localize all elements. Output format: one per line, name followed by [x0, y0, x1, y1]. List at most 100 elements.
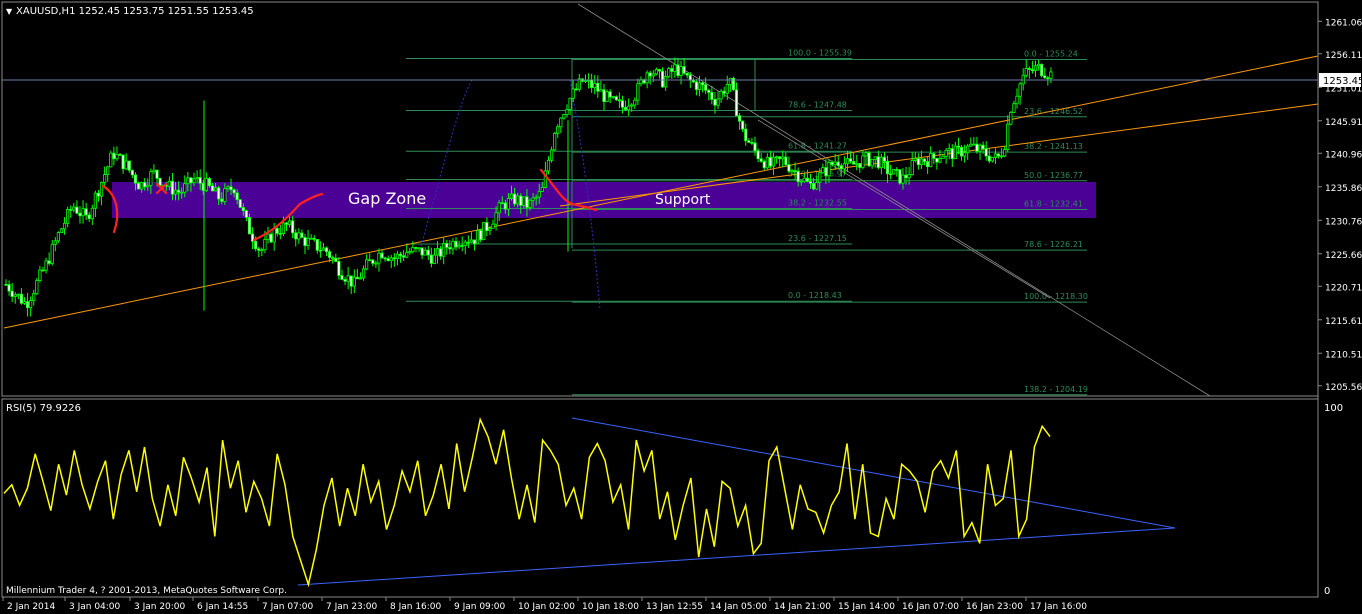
candle-body: [870, 159, 874, 167]
time-tick-label: 10 Jan 18:00: [582, 602, 639, 612]
candle-body: [750, 142, 754, 144]
candle-body: [1006, 123, 1010, 150]
candle-body: [509, 193, 514, 199]
rsi-title: RSI(5) 79.9226: [6, 403, 81, 414]
candle-body: [53, 240, 57, 245]
candle-body: [984, 148, 988, 157]
candle-body: [368, 259, 372, 262]
candle-body: [996, 153, 1001, 157]
candle-body: [682, 66, 686, 74]
candle-body: [972, 143, 976, 146]
candle-body: [719, 90, 723, 100]
candle-body: [839, 165, 843, 170]
candle-body: [876, 156, 880, 169]
fib-left-label: 78.6 - 1247.48: [788, 100, 847, 109]
candle-body: [47, 260, 51, 264]
candle-body: [494, 212, 498, 225]
candle-body: [220, 198, 224, 202]
candle-body: [796, 170, 800, 182]
candle-body: [423, 249, 427, 256]
candle-body: [559, 117, 563, 128]
candle-body: [605, 91, 609, 102]
candle-body: [858, 163, 862, 168]
candle-body: [466, 241, 470, 244]
candle-body: [324, 247, 329, 253]
candle-body: [337, 261, 341, 276]
candle-body: [713, 99, 717, 106]
candle-body: [932, 153, 936, 159]
price-tick-label: 1230.76: [1325, 217, 1362, 227]
candle-body: [321, 247, 326, 251]
candle-body: [969, 143, 973, 147]
candle-body: [479, 229, 483, 241]
candle-body: [25, 301, 30, 309]
copyright-text: Millennium Trader 4, ? 2001-2013, MetaQu…: [6, 586, 287, 596]
time-tick-label: 10 Jan 02:00: [518, 602, 575, 612]
candle-body: [1018, 83, 1022, 97]
candle-body: [593, 82, 597, 89]
candle-body: [149, 171, 153, 186]
candle-body: [562, 114, 566, 119]
candle-body: [226, 186, 230, 190]
candle-body: [457, 245, 461, 248]
candle-body: [315, 239, 319, 251]
candle-body: [213, 187, 218, 192]
candle-body: [349, 275, 353, 287]
fib-left-label: 23.6 - 1227.15: [788, 234, 847, 243]
candle-body: [892, 169, 896, 175]
candle-body: [371, 259, 375, 264]
candle-body: [574, 88, 578, 91]
candle-body: [417, 247, 421, 250]
candle-body: [272, 228, 276, 243]
candle-body: [676, 64, 680, 76]
candle-body: [309, 237, 313, 240]
fib-left-label: 61.8 - 1241.27: [788, 141, 847, 150]
candle-body: [291, 220, 295, 234]
candle-body: [525, 196, 529, 208]
time-tick-label: 15 Jan 14:00: [838, 602, 895, 612]
candle-body: [546, 159, 551, 172]
candle-body: [445, 243, 449, 248]
candle-body: [784, 156, 788, 165]
candle-body: [204, 178, 208, 191]
time-tick-label: 14 Jan 05:00: [710, 602, 767, 612]
candle-body: [318, 249, 323, 252]
candle-body: [1033, 65, 1038, 72]
candle-body: [738, 115, 742, 122]
candle-body: [195, 177, 199, 180]
candle-body: [173, 189, 178, 195]
candle-body: [744, 128, 748, 142]
candle-body: [432, 254, 437, 264]
candle-body: [358, 277, 363, 280]
candle-body: [78, 212, 82, 217]
candle-body: [152, 169, 156, 173]
candle-body: [701, 82, 705, 86]
candle-body: [627, 105, 631, 111]
candle-body: [926, 161, 930, 168]
candle-body: [636, 83, 640, 101]
candle-body: [420, 247, 424, 256]
candle-body: [303, 236, 307, 247]
chart-symbol-caret[interactable]: ▼: [6, 7, 13, 16]
candle-body: [596, 82, 600, 92]
candle-body: [818, 172, 822, 184]
price-tick-label: 1240.96: [1325, 150, 1362, 160]
candle-body: [429, 254, 433, 264]
candle-body: [300, 232, 304, 238]
candle-body: [768, 156, 773, 167]
candle-body: [1040, 63, 1044, 77]
candle-body: [651, 73, 655, 77]
candle-body: [1049, 71, 1053, 79]
candle-body: [491, 223, 495, 229]
candle-body: [232, 189, 236, 194]
candle-body: [426, 249, 430, 256]
price-tick-label: 1245.91: [1325, 118, 1362, 128]
fib-right-label: 100.0 - 1218.30: [1024, 292, 1088, 301]
support-label: Support: [655, 192, 711, 208]
candle-body: [611, 96, 615, 98]
candle-body: [716, 98, 720, 106]
candle-body: [950, 148, 954, 160]
candle-body: [352, 276, 356, 287]
candle-body: [93, 192, 97, 209]
candle-body: [133, 174, 138, 184]
